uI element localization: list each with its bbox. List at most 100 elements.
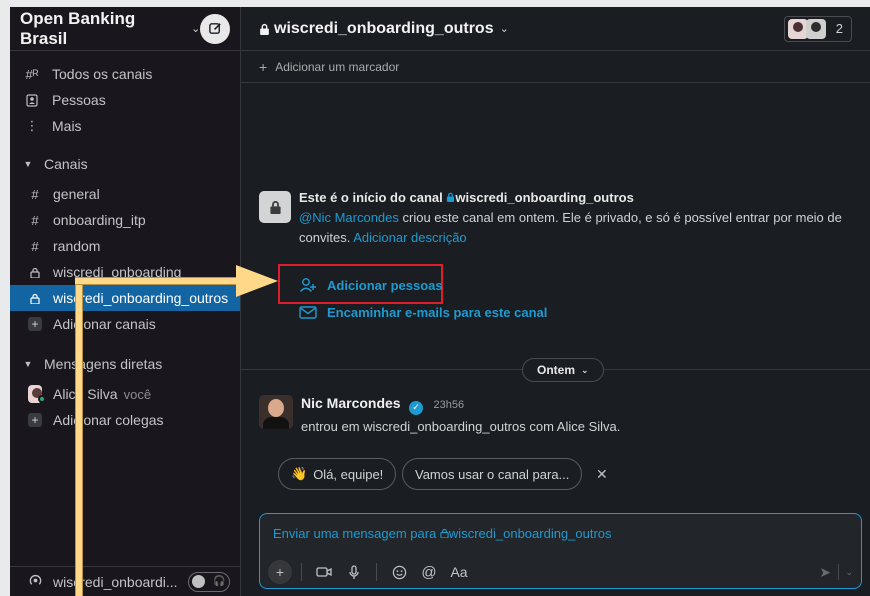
sidebar-item-people[interactable]: Pessoas — [10, 87, 240, 113]
forward-emails-button[interactable]: Encaminhar e-mails para este canal — [299, 305, 547, 320]
channel-browse-icon: #ᴿ — [25, 66, 39, 82]
add-people-button[interactable]: Adicionar pessoas — [299, 277, 443, 293]
lock-icon — [440, 528, 449, 539]
member-count: 2 — [835, 21, 843, 36]
microphone-icon[interactable] — [341, 560, 367, 584]
format-text-button[interactable]: Aa — [446, 560, 472, 584]
hash-icon: # — [31, 212, 39, 228]
huddle-toggle[interactable]: 🎧 — [187, 571, 230, 592]
lock-icon — [260, 23, 269, 35]
date-label: Ontem — [537, 363, 576, 377]
caret-down-icon: ▼ — [23, 359, 33, 369]
creator-mention[interactable]: @Nic Marcondes — [299, 210, 399, 225]
close-icon[interactable]: ✕ — [596, 466, 608, 483]
forward-emails-label: Encaminhar e-mails para este canal — [327, 305, 548, 320]
toolbar-divider — [301, 563, 302, 581]
add-channels-button[interactable]: + Adicionar canais — [10, 311, 240, 337]
dm-section-toggle[interactable]: ▼ Mensagens diretas — [10, 351, 240, 377]
suggestion-label: Vamos usar o canal para... — [415, 466, 570, 482]
huddle-icon — [28, 573, 43, 591]
workspace-header[interactable]: Open Banking Brasil ⌄ — [10, 7, 240, 51]
intro-channel-link[interactable]: wiscredi_onboarding_outros — [446, 190, 634, 205]
add-description-link[interactable]: Adicionar descrição — [353, 230, 466, 245]
suggestion-label: Olá, equipe! — [313, 466, 384, 482]
online-status-dot — [38, 395, 46, 403]
chevron-down-icon[interactable]: ⌄ — [845, 567, 853, 578]
caret-down-icon: ▼ — [23, 159, 33, 169]
plus-icon: + — [28, 317, 42, 331]
chevron-down-icon[interactable]: ⌄ — [500, 22, 509, 35]
sidebar-item-onboarding-itp[interactable]: # onboarding_itp — [10, 207, 240, 233]
add-bookmark-label: Adicionar um marcador — [275, 59, 400, 74]
message-composer[interactable]: Enviar uma mensagem para wiscredi_onboar… — [259, 513, 862, 589]
hash-icon: # — [31, 238, 39, 254]
chevron-down-icon: ⌄ — [581, 364, 589, 375]
wave-emoji-icon: 👋 — [291, 466, 308, 481]
email-forward-icon — [299, 306, 317, 319]
sidebar: Open Banking Brasil ⌄ #ᴿ Todos os canais… — [10, 7, 241, 596]
chevron-down-icon[interactable]: ⌄ — [191, 22, 200, 35]
lock-icon — [28, 293, 42, 304]
workspace-name[interactable]: Open Banking Brasil — [20, 9, 185, 49]
intro-text: Este é o início do canal wiscredi_onboar… — [299, 188, 869, 248]
sidebar-item-label: Todos os canais — [52, 66, 153, 82]
toolbar-divider — [376, 563, 377, 581]
suggestion-chip-channel-use[interactable]: Vamos usar o canal para... — [402, 458, 583, 490]
mention-icon[interactable]: @ — [416, 560, 442, 584]
channel-label: random — [53, 238, 101, 254]
compose-button[interactable] — [200, 13, 230, 44]
send-divider — [838, 564, 839, 580]
add-person-icon — [299, 278, 316, 292]
add-bookmark-button[interactable]: + Adicionar um marcador — [241, 51, 870, 83]
date-divider-button[interactable]: Ontem ⌄ — [522, 358, 604, 382]
members-button[interactable]: 2 — [783, 15, 852, 42]
sidebar-item-more[interactable]: ⋮ Mais — [10, 113, 240, 139]
slack-window: Open Banking Brasil ⌄ #ᴿ Todos os canais… — [10, 7, 870, 596]
composer-toolbar: + @ Aa — [268, 560, 472, 584]
plus-icon[interactable]: + — [268, 560, 292, 584]
sidebar-item-wiscredi-onboarding-outros[interactable]: wiscredi_onboarding_outros — [10, 285, 240, 311]
composer-placeholder[interactable]: Enviar uma mensagem para wiscredi_onboar… — [273, 526, 612, 541]
compose-icon — [208, 23, 221, 34]
add-colleagues-label: Adicionar colegas — [53, 412, 164, 428]
hash-icon: # — [31, 186, 39, 202]
message-item[interactable]: Nic Marcondes ✓ 23h56 entrou em wiscredi… — [259, 395, 620, 434]
channel-header: wiscredi_onboarding_outros ⌄ 2 — [241, 7, 870, 51]
plus-icon: + — [259, 58, 268, 75]
add-channels-label: Adicionar canais — [53, 316, 156, 332]
add-people-label: Adicionar pessoas — [327, 277, 443, 293]
channel-title[interactable]: wiscredi_onboarding_outros — [274, 20, 494, 38]
channel-label: general — [53, 186, 100, 202]
sidebar-item-label: Pessoas — [52, 92, 106, 108]
intro-heading: Este é o início do canal — [299, 190, 443, 205]
send-icon[interactable]: ➤ — [819, 564, 831, 581]
annotation-arrow-head — [236, 265, 278, 297]
channel-pane: wiscredi_onboarding_outros ⌄ 2 + Adicion… — [241, 7, 870, 596]
headphones-icon: 🎧 — [213, 576, 226, 587]
channel-intro: Este é o início do canal wiscredi_onboar… — [259, 188, 869, 248]
sidebar-item-general[interactable]: # general — [10, 181, 240, 207]
sidebar-item-random[interactable]: # random — [10, 233, 240, 259]
emoji-icon[interactable] — [386, 560, 412, 584]
message-text: entrou em wiscredi_onboarding_outros com… — [301, 418, 621, 434]
plus-icon: + — [28, 413, 42, 427]
message-timestamp[interactable]: 23h56 — [434, 399, 465, 411]
channel-label: onboarding_itp — [53, 212, 146, 228]
avatar[interactable] — [259, 395, 293, 429]
channels-section-toggle[interactable]: ▼ Canais — [10, 151, 240, 177]
toggle-knob — [191, 575, 205, 588]
verified-badge-icon: ✓ — [409, 400, 424, 415]
video-icon[interactable] — [311, 560, 337, 584]
sidebar-item-all-channels[interactable]: #ᴿ Todos os canais — [10, 61, 240, 87]
lock-icon — [28, 267, 42, 278]
message-author[interactable]: Nic Marcondes — [301, 395, 401, 411]
add-colleagues-button[interactable]: + Adicionar colegas — [10, 407, 240, 433]
sidebar-item-label: Mais — [52, 118, 82, 134]
huddle-bar: wiscredi_onboardi... 🎧 — [10, 566, 240, 596]
annotation-arrow-shaft — [75, 277, 83, 596]
suggestion-chip-hello[interactable]: 👋 Olá, equipe! — [278, 458, 397, 490]
sidebar-item-dm-alice[interactable]: Alice Silva você — [10, 381, 240, 407]
huddle-channel-label: wiscredi_onboardi... — [53, 573, 178, 590]
more-icon: ⋮ — [25, 118, 39, 133]
member-avatar — [805, 18, 826, 39]
